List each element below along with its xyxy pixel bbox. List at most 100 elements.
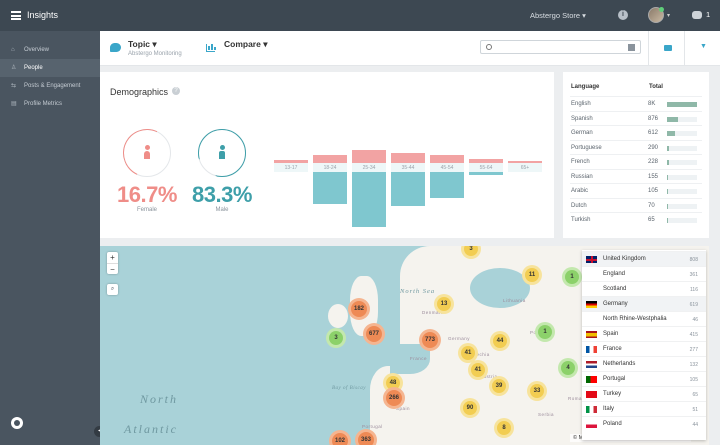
uk-flag-icon	[586, 256, 597, 263]
calendar-icon[interactable]	[628, 44, 635, 51]
language-name: German	[571, 130, 593, 136]
sidebar: ⌂ Overview ♙ People ⇆ Posts & Engagement ▤ Prof…	[0, 31, 105, 445]
topic-dropdown[interactable]: Topic ▾	[128, 39, 157, 50]
language-total: 876	[648, 115, 659, 122]
zoom-control: + −	[107, 252, 118, 274]
pl-flag-icon	[586, 421, 597, 428]
language-row: Arabic 105	[570, 183, 702, 198]
country-row[interactable]: Poland 44	[582, 416, 706, 431]
country-row[interactable]: France 277	[582, 341, 706, 356]
sidebar-item-overview[interactable]: ⌂ Overview	[0, 41, 100, 59]
country-value: 808	[689, 257, 698, 263]
country-row[interactable]: Portugal 105	[582, 371, 706, 386]
map-cluster-marker[interactable]: 1	[538, 325, 552, 339]
country-value: 105	[689, 377, 698, 383]
country-row[interactable]: Netherlands 132	[582, 356, 706, 371]
place-label: Portugal	[362, 424, 383, 429]
country-row[interactable]: Turkey 65	[582, 386, 706, 401]
info-icon[interactable]: i	[618, 10, 628, 20]
map-cluster-marker[interactable]: 182	[351, 301, 367, 317]
search-input[interactable]	[480, 40, 641, 54]
language-share-bar	[667, 218, 697, 223]
language-share-bar	[667, 174, 697, 180]
country-row[interactable]: Italy 51	[582, 401, 706, 416]
place-label: Serbia	[538, 412, 555, 417]
country-value: 619	[689, 302, 698, 308]
map-cluster-marker[interactable]: 11	[525, 268, 539, 282]
map-cluster-marker[interactable]: 4	[561, 361, 575, 375]
age-label: 25-34	[362, 165, 376, 171]
language-name: Dutch	[571, 202, 587, 209]
female-bar	[313, 154, 347, 163]
map-cluster-marker[interactable]: 3	[329, 331, 343, 345]
language-share-fill	[667, 116, 678, 122]
country-name: Germany	[603, 301, 628, 307]
language-total: 70	[648, 202, 655, 209]
map-cluster-marker[interactable]: 90	[463, 401, 477, 415]
map-cluster-marker[interactable]: 44	[493, 334, 507, 348]
zoom-out-button[interactable]: −	[107, 263, 118, 274]
place-label: Germany	[448, 336, 471, 341]
country-row[interactable]: England 361	[582, 266, 706, 281]
map-cluster-marker[interactable]: 8	[497, 421, 511, 435]
chevron-down-icon[interactable]: ▾	[667, 12, 670, 19]
sidebar-item-profile-metrics[interactable]: ▤ Profile Metrics	[0, 95, 100, 113]
person-icon: ♙	[11, 65, 17, 71]
total-column-header: Total	[649, 84, 663, 90]
language-share-fill	[667, 160, 669, 165]
map-search-button[interactable]: ⌕	[107, 284, 118, 295]
country-name: Poland	[603, 421, 622, 427]
map-cluster-marker[interactable]: 33	[530, 384, 544, 398]
home-icon: ⌂	[11, 47, 15, 53]
map-cluster-marker[interactable]: 48	[386, 376, 400, 390]
store-selector[interactable]: Abstergo Store ▾	[530, 11, 586, 20]
sidebar-item-posts-engagement[interactable]: ⇆ Posts & Engagement	[0, 77, 100, 95]
map-cluster-marker[interactable]: 41	[461, 346, 475, 360]
language-share-bar	[667, 116, 697, 122]
language-share-bar	[667, 102, 697, 107]
map-cluster-marker[interactable]: 39	[492, 379, 506, 393]
metrics-icon: ▤	[11, 101, 17, 107]
map-cluster-marker[interactable]: 773	[422, 332, 438, 348]
folder-icon[interactable]	[664, 45, 672, 51]
language-total: 228	[648, 159, 659, 165]
age-label: 65+	[520, 165, 530, 171]
language-share-fill	[667, 131, 675, 136]
country-row[interactable]: Scotland 116	[582, 281, 706, 296]
age-group-column: 35-44	[391, 150, 425, 230]
country-row[interactable]: Spain 415	[582, 326, 706, 341]
map-cluster-marker[interactable]: 13	[437, 297, 451, 311]
language-total: 65	[648, 217, 655, 223]
age-group-column: 18-24	[313, 150, 347, 230]
zoom-in-button[interactable]: +	[107, 252, 118, 263]
country-name: Netherlands	[603, 361, 636, 367]
chat-icon[interactable]	[692, 11, 702, 19]
sidebar-item-people[interactable]: ♙ People	[0, 59, 100, 77]
country-row[interactable]: United Kingdom 808	[582, 251, 706, 266]
help-icon[interactable]: ?	[172, 87, 180, 95]
map-cluster-marker[interactable]: 102	[332, 433, 348, 445]
language-name: English	[571, 101, 591, 107]
map-cluster-marker[interactable]: 1	[565, 270, 579, 284]
country-value: 51	[692, 407, 698, 413]
globe-icon[interactable]	[11, 417, 23, 429]
male-percent: 83.3%	[192, 182, 252, 207]
male-bar	[391, 172, 425, 206]
map-cluster-marker[interactable]: 677	[366, 326, 382, 342]
compare-dropdown[interactable]: Compare ▾	[224, 39, 267, 50]
map-cluster-marker[interactable]: 363	[358, 432, 374, 445]
language-name: Arabic	[571, 188, 589, 194]
dropdown-icon[interactable]: ▼	[700, 43, 707, 50]
country-row[interactable]: Germany 619	[582, 296, 706, 311]
country-row[interactable]: North Rhine-Westphalia 46	[582, 311, 706, 326]
avatar[interactable]	[648, 7, 664, 23]
language-row: French 228	[570, 154, 702, 169]
map-cluster-marker[interactable]: 266	[386, 390, 402, 406]
age-group-column: 65+	[508, 150, 542, 230]
female-icon	[143, 145, 151, 161]
male-gauge	[198, 129, 246, 177]
map-cluster-marker[interactable]: 41	[471, 363, 485, 377]
female-label: Female	[136, 207, 157, 213]
menu-icon[interactable]	[11, 11, 21, 20]
female-bar	[352, 150, 386, 163]
